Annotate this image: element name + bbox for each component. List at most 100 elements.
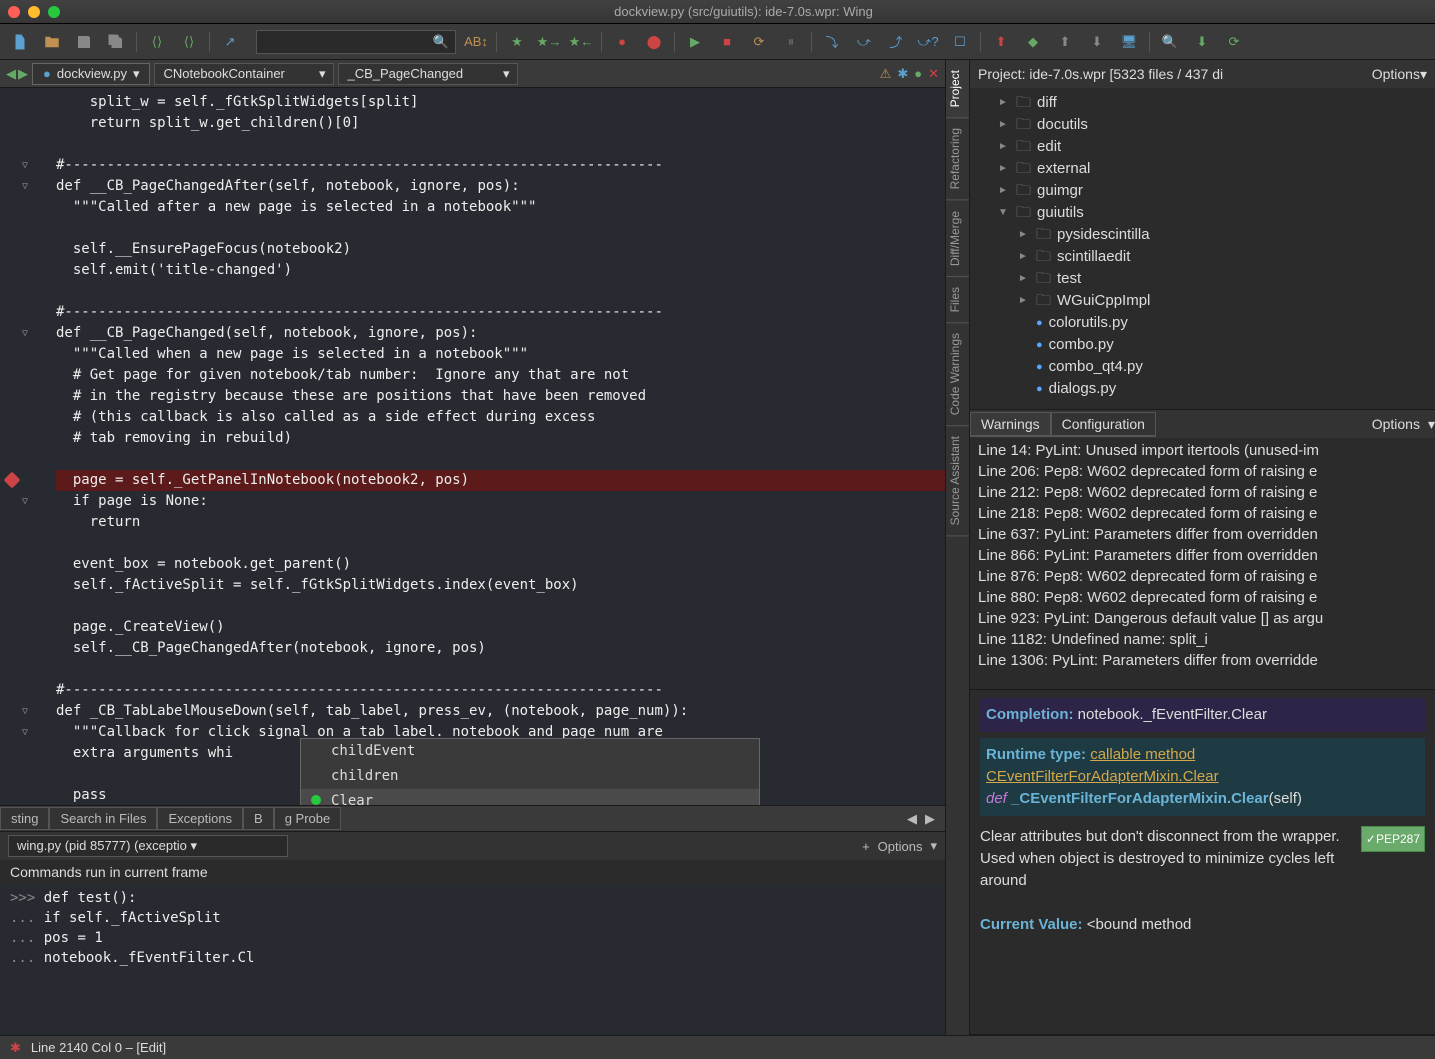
tree-item[interactable]: ● colorutils.py	[970, 312, 1435, 334]
nav-fwd-icon[interactable]: ▶	[18, 66, 28, 82]
warn-tab[interactable]: Configuration	[1051, 412, 1156, 436]
run-icon[interactable]: ▶	[683, 30, 707, 54]
warning-item[interactable]: Line 923: PyLint: Dangerous default valu…	[978, 608, 1427, 629]
bug-icon[interactable]: ✱	[10, 1040, 21, 1056]
tree-item[interactable]: ►🗀 scintillaedit	[970, 246, 1435, 268]
options-link[interactable]: Options	[878, 839, 923, 854]
tree-item[interactable]: ►🗀 guimgr	[970, 180, 1435, 202]
bottom-tab[interactable]: g Probe	[274, 807, 342, 830]
run-to-icon[interactable]: ☐	[948, 30, 972, 54]
warning-item[interactable]: Line 1306: PyLint: Parameters differ fro…	[978, 650, 1427, 671]
close-tab-icon[interactable]: ✕	[928, 66, 939, 82]
breakpoint-icon[interactable]: ●	[610, 30, 634, 54]
chevron-down-icon: ▾	[319, 66, 326, 82]
tree-item[interactable]: ▼🗀 guiutils	[970, 202, 1435, 224]
project-options[interactable]: Options	[1372, 66, 1420, 82]
runtime-label: Runtime type:	[986, 746, 1086, 763]
warning-item[interactable]: Line 637: PyLint: Parameters differ from…	[978, 524, 1427, 545]
warning-item[interactable]: Line 866: PyLint: Parameters differ from…	[978, 545, 1427, 566]
autocomplete-popup[interactable]: childEventchildrenClearconnectNotifycust…	[300, 738, 760, 805]
warning-item[interactable]: Line 212: Pep8: W602 deprecated form of …	[978, 482, 1427, 503]
new-file-icon[interactable]	[8, 30, 32, 54]
bottom-tab[interactable]: Search in Files	[49, 807, 157, 830]
warning-item[interactable]: Line 1182: Undefined name: split_i	[978, 629, 1427, 650]
autocomplete-item[interactable]: children	[301, 764, 759, 789]
tree-item[interactable]: ►🗀 pysidescintilla	[970, 224, 1435, 246]
indent-icon[interactable]: ⟨⟩	[145, 30, 169, 54]
warning-item[interactable]: Line 876: Pep8: W602 deprecated form of …	[978, 566, 1427, 587]
goto-icon[interactable]: ↗	[218, 30, 242, 54]
class-label: CNotebookContainer	[163, 66, 284, 81]
tree-item[interactable]: ►🗀 docutils	[970, 114, 1435, 136]
monitor-icon[interactable]: 🖥	[1117, 30, 1141, 54]
pause-icon[interactable]: ⏸	[779, 30, 803, 54]
code-editor[interactable]: ▽▽▽▽▽▽ split_w = self._fGtkSplitWidgets[…	[0, 88, 945, 805]
autocomplete-item[interactable]: childEvent	[301, 739, 759, 764]
restart-icon[interactable]: ⟳	[747, 30, 771, 54]
tree-item[interactable]: ►🗀 WGuiCppImpl	[970, 290, 1435, 312]
step-into-icon[interactable]: ⤵	[820, 30, 844, 54]
stack-down-icon[interactable]: ⬇	[1085, 30, 1109, 54]
tree-item[interactable]: ● combo_qt4.py	[970, 356, 1435, 378]
side-tab-source-assistant[interactable]: Source Assistant	[946, 426, 969, 536]
record-icon[interactable]: ⬤	[642, 30, 666, 54]
replace-icon[interactable]: AB↕	[464, 30, 488, 54]
side-tab-refactoring[interactable]: Refactoring	[946, 118, 969, 200]
side-tab-code-warnings[interactable]: Code Warnings	[946, 323, 969, 426]
tree-item[interactable]: ►🗀 external	[970, 158, 1435, 180]
func-dropdown[interactable]: _CB_PageChanged▾	[338, 63, 518, 85]
bottom-tab[interactable]: Exceptions	[157, 807, 243, 830]
warning-item[interactable]: Line 14: PyLint: Unused import itertools…	[978, 440, 1427, 461]
tree-item[interactable]: ● combo.py	[970, 334, 1435, 356]
warning-item[interactable]: Line 880: Pep8: W602 deprecated form of …	[978, 587, 1427, 608]
stop-icon[interactable]: ■	[715, 30, 739, 54]
step-cond-icon[interactable]: ⤻?	[916, 30, 940, 54]
bottom-tab[interactable]: B	[243, 807, 274, 830]
bottom-tab[interactable]: sting	[0, 807, 49, 830]
warning-item[interactable]: Line 218: Pep8: W602 deprecated form of …	[978, 503, 1427, 524]
move-up-icon[interactable]: ⬆	[989, 30, 1013, 54]
warning-item[interactable]: Line 206: Pep8: W602 deprecated form of …	[978, 461, 1427, 482]
tree-item[interactable]: ►🗀 edit	[970, 136, 1435, 158]
status-text: Line 2140 Col 0 – [Edit]	[31, 1040, 166, 1055]
save-all-icon[interactable]	[104, 30, 128, 54]
add-icon[interactable]: +	[862, 839, 870, 854]
open-folder-icon[interactable]	[40, 30, 64, 54]
tree-item[interactable]: ● dialogs.py	[970, 378, 1435, 400]
func-label: _CB_PageChanged	[347, 66, 463, 81]
bulb-icon[interactable]: ●	[914, 66, 922, 81]
down-arrow-icon[interactable]: ⬇	[1190, 30, 1214, 54]
stack-up-icon[interactable]: ⬆	[1053, 30, 1077, 54]
warn-icon[interactable]: ⚠	[880, 66, 892, 82]
bookmark-prev-icon[interactable]: ★←	[569, 30, 593, 54]
class-dropdown[interactable]: CNotebookContainer ▾	[154, 63, 334, 85]
search-box[interactable]: 🔍	[256, 30, 456, 54]
close-window-button[interactable]	[8, 6, 20, 18]
tree-item[interactable]: ►🗀 test	[970, 268, 1435, 290]
file-tab[interactable]: ● dockview.py ▾	[32, 63, 150, 85]
outdent-icon[interactable]: ⟨⟩	[177, 30, 201, 54]
refresh-icon[interactable]: ⟳	[1222, 30, 1246, 54]
side-tab-diff-merge[interactable]: Diff/Merge	[946, 201, 969, 277]
autocomplete-item[interactable]: Clear	[301, 789, 759, 805]
tree-item[interactable]: ►🗀 diff	[970, 92, 1435, 114]
def-sig: _CEventFilterForAdapterMixin.Clear	[1011, 790, 1269, 807]
step-out-icon[interactable]: ⤴	[884, 30, 908, 54]
maximize-window-button[interactable]	[48, 6, 60, 18]
nav-back-icon[interactable]: ◀	[6, 66, 16, 82]
bug-blue-icon[interactable]: ✱	[897, 66, 908, 82]
process-dropdown[interactable]: wing.py (pid 85777) (exceptio ▾	[8, 835, 288, 857]
side-tab-files[interactable]: Files	[946, 277, 969, 323]
search-icon-2[interactable]: 🔍	[1158, 30, 1182, 54]
diamond-icon[interactable]: ◆	[1021, 30, 1045, 54]
warn-tab[interactable]: Warnings	[970, 412, 1051, 436]
minimize-window-button[interactable]	[28, 6, 40, 18]
chevron-down-icon[interactable]: ▾	[133, 66, 140, 82]
warnings-options[interactable]: Options	[1372, 416, 1428, 432]
bookmark-next-icon[interactable]: ★→	[537, 30, 561, 54]
side-tab-project[interactable]: Project	[946, 60, 969, 118]
debug-shell[interactable]: >>> def test():... if self._fActiveSplit…	[0, 884, 945, 1035]
bookmark-star-icon[interactable]: ★	[505, 30, 529, 54]
step-over-icon[interactable]: ⤻	[852, 30, 876, 54]
save-icon[interactable]	[72, 30, 96, 54]
